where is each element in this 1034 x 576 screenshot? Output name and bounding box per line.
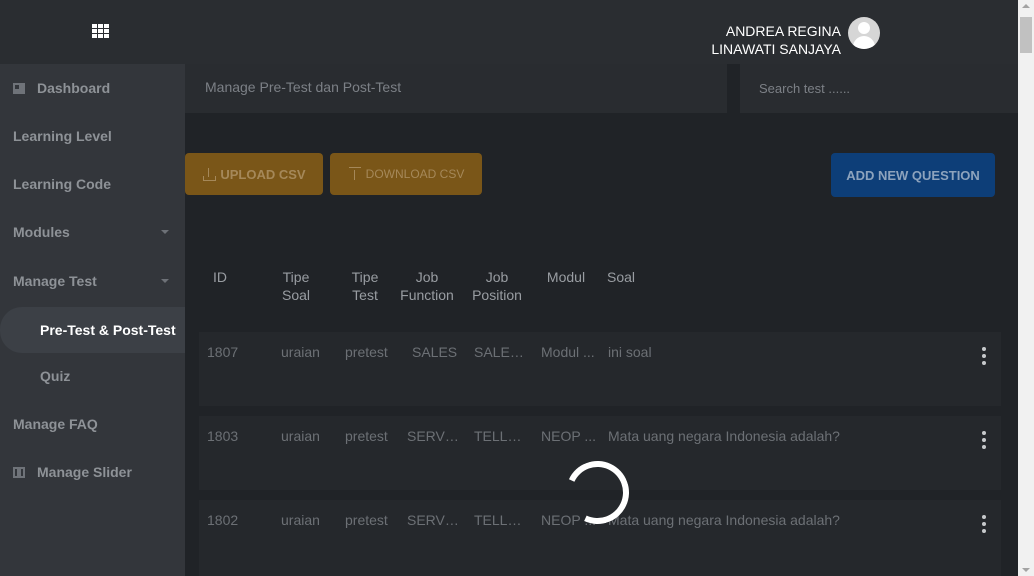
column-header-job-position: Job Position	[472, 269, 522, 303]
sidebar-item-label: Manage FAQ	[13, 416, 98, 432]
scroll-down-arrow-icon[interactable]	[1022, 568, 1030, 572]
cell-tipe-soal: uraian	[281, 344, 320, 360]
column-header-tipe-soal: Tipe Soal	[281, 269, 311, 303]
sidebar: Dashboard Learning Level Learning Code M…	[0, 64, 185, 576]
sidebar-item-label: Learning Level	[13, 128, 112, 144]
cell-job-position: SALES...	[474, 344, 530, 360]
cell-tipe-test: pretest	[345, 344, 388, 360]
column-header-job-function: Job Function	[400, 269, 454, 303]
user-avatar-icon[interactable]	[848, 17, 880, 49]
sidebar-item-label: Pre-Test & Post-Test	[40, 322, 176, 338]
sidebar-item-dashboard[interactable]: Dashboard	[0, 66, 185, 110]
more-options-icon[interactable]	[981, 515, 987, 533]
sidebar-item-manage-slider[interactable]: Manage Slider	[0, 450, 185, 494]
column-header-soal: Soal	[607, 269, 636, 285]
table-row[interactable]: 1807 uraian pretest SALES SALES... Modul…	[199, 332, 1001, 406]
cell-soal: Mata uang negara Indonesia adalah?	[608, 512, 840, 528]
sidebar-item-label: Learning Code	[13, 176, 112, 192]
cell-modul: Modul ...	[541, 344, 595, 360]
sidebar-item-learning-level[interactable]: Learning Level	[0, 114, 185, 158]
upload-csv-button[interactable]: UPLOAD CSV	[185, 153, 323, 195]
user-name-line2: LINAWATI SANJAYA	[711, 41, 841, 57]
upload-icon	[202, 167, 217, 181]
dashboard-icon	[13, 82, 25, 94]
sidebar-item-label: Manage Slider	[37, 464, 132, 480]
sidebar-item-label: Modules	[13, 224, 70, 240]
sidebar-item-manage-test[interactable]: Manage Test	[0, 259, 185, 303]
more-options-icon[interactable]	[981, 431, 987, 449]
app: ANDREA REGINA LINAWATI SANJAYA Dashboard…	[0, 0, 1034, 576]
download-icon	[348, 167, 362, 181]
cell-id: 1802	[207, 512, 239, 528]
cell-id: 1803	[207, 428, 239, 444]
cell-job-position: TELLE...	[474, 512, 528, 528]
cell-soal: Mata uang negara Indonesia adalah?	[608, 428, 840, 444]
cell-job-function: SERVI...	[407, 512, 459, 528]
sidebar-item-manage-faq[interactable]: Manage FAQ	[0, 402, 185, 446]
download-csv-button[interactable]: DOWNLOAD CSV	[330, 153, 482, 195]
cell-tipe-test: pretest	[345, 428, 388, 444]
grid-menu-icon[interactable]	[92, 24, 110, 38]
vertical-scrollbar[interactable]	[1018, 0, 1034, 576]
cell-id: 1807	[207, 344, 239, 360]
cell-job-function: SALES	[412, 344, 458, 360]
cell-tipe-test: pretest	[345, 512, 388, 528]
cell-tipe-soal: uraian	[281, 428, 320, 444]
cell-job-function: SERVI...	[407, 428, 459, 444]
top-bar: ANDREA REGINA LINAWATI SANJAYA	[0, 0, 1018, 64]
slider-icon	[13, 466, 25, 478]
sidebar-item-modules[interactable]: Modules	[0, 210, 185, 254]
scrollbar-thumb[interactable]	[1020, 17, 1032, 53]
download-csv-label: DOWNLOAD CSV	[365, 167, 465, 181]
add-new-question-button[interactable]: ADD NEW QUESTION	[831, 153, 995, 197]
sidebar-item-quiz[interactable]: Quiz	[0, 354, 185, 398]
sidebar-item-pre-test-post-test[interactable]: Pre-Test & Post-Test	[0, 307, 185, 353]
column-header-modul: Modul	[546, 269, 586, 285]
sidebar-item-label: Quiz	[40, 368, 71, 384]
sidebar-item-learning-code[interactable]: Learning Code	[0, 162, 185, 206]
page-title: Manage Pre-Test dan Post-Test	[185, 64, 727, 113]
user-name-line1: ANDREA REGINA	[725, 23, 841, 39]
caret-down-icon	[161, 279, 169, 283]
cell-job-position: TELLE...	[474, 428, 528, 444]
user-name: ANDREA REGINA LINAWATI SANJAYA	[711, 22, 841, 58]
caret-down-icon	[161, 230, 169, 234]
sidebar-item-label: Manage Test	[13, 273, 97, 289]
upload-csv-label: UPLOAD CSV	[220, 166, 306, 182]
cell-soal: ini soal	[608, 344, 652, 360]
scroll-up-arrow-icon[interactable]	[1022, 4, 1030, 8]
column-header-tipe-test: Tipe Test	[351, 269, 379, 303]
cell-modul: NEOP ...	[541, 428, 596, 444]
more-options-icon[interactable]	[981, 347, 987, 365]
column-header-id: ID	[213, 269, 227, 285]
sidebar-item-label: Dashboard	[37, 80, 111, 96]
search-input[interactable]	[740, 64, 1018, 113]
cell-tipe-soal: uraian	[281, 512, 320, 528]
